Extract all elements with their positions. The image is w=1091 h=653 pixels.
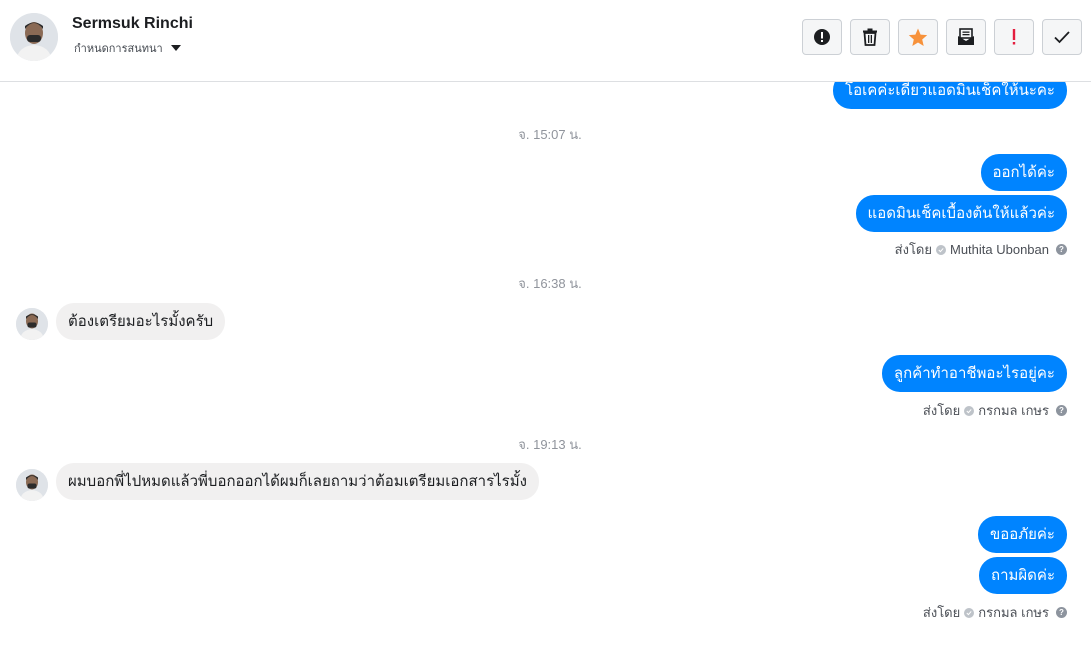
outgoing-message[interactable]: ถามผิดค่ะ [978,557,1067,594]
mail-icon [958,28,974,45]
timestamp: จ. 16:38 น. [518,276,582,291]
outgoing-message[interactable]: แอดมินเช็คเบื้องต้นให้แล้วค่ะ [855,195,1067,232]
contact-avatar-small[interactable] [16,469,48,501]
mark-spam-button[interactable] [994,19,1034,55]
trash-icon [863,28,877,46]
verified-icon [964,607,975,618]
outgoing-message[interactable]: ออกได้ค่ะ [980,154,1067,191]
sent-by-prefix: ส่งโดย [894,242,932,257]
verified-icon [935,244,946,255]
sent-by-label: ส่งโดย กรกมล เกษร ? [923,602,1067,623]
person-photo-icon [16,469,48,501]
checkmark-icon [1054,31,1070,44]
exclamation-icon [1012,29,1016,45]
outgoing-message[interactable]: โอเคค่ะเดี๋ยวแอดมินเช็คให้นะคะ [833,82,1067,109]
contact-avatar-small[interactable] [16,308,48,340]
report-button[interactable] [802,19,842,55]
timestamp: จ. 15:07 น. [518,127,582,142]
incoming-message[interactable]: ต้องเตรียมอะไรมั้งครับ [56,303,226,340]
sent-by-prefix: ส่งโดย [922,403,961,418]
mark-unread-button[interactable] [946,19,986,55]
sender-name: กรกมล เกษร [978,403,1049,418]
help-icon[interactable]: ? [1056,244,1067,255]
alert-circle-icon [814,29,830,45]
person-photo-icon [10,13,58,61]
delete-button[interactable] [850,19,890,55]
message-thread[interactable]: โอเคค่ะเดี๋ยวแอดมินเช็คให้นะคะ จ. 15:07 … [0,82,1091,653]
conversation-header: Sermsuk Rinchi กำหนดการสนทนา [0,0,1091,82]
sent-by-label: ส่งโดย กรกมล เกษร ? [923,400,1067,421]
star-icon [908,28,928,46]
incoming-message[interactable]: ผมบอกพี่ไปหมดแล้วพี่บอกออกได้ผมก็เลยถามว… [56,463,539,500]
mark-done-button[interactable] [1042,19,1082,55]
sender-name: กรกมล เกษร [978,605,1049,620]
contact-avatar[interactable] [10,13,58,61]
sent-by-prefix: ส่งโดย [922,605,961,620]
timestamp: จ. 19:13 น. [518,437,582,452]
conversation-toolbar [802,19,1082,55]
outgoing-message[interactable]: ขออภัยค่ะ [977,516,1067,553]
outgoing-message[interactable]: ลูกค้าทำอาชีพอะไรอยู่คะ [881,355,1067,392]
help-icon[interactable]: ? [1056,607,1067,618]
sender-name: Muthita Ubonban [949,242,1049,257]
person-photo-icon [16,308,48,340]
verified-icon [964,405,975,416]
assign-label: กำหนดการสนทนา [74,42,163,55]
sent-by-label: ส่งโดย Muthita Ubonban ? [895,239,1067,260]
caret-down-icon [170,45,181,51]
assign-conversation-dropdown[interactable]: กำหนดการสนทนา [74,39,181,57]
help-icon[interactable]: ? [1056,405,1067,416]
star-button[interactable] [898,19,938,55]
contact-name[interactable]: Sermsuk Rinchi [72,15,193,33]
